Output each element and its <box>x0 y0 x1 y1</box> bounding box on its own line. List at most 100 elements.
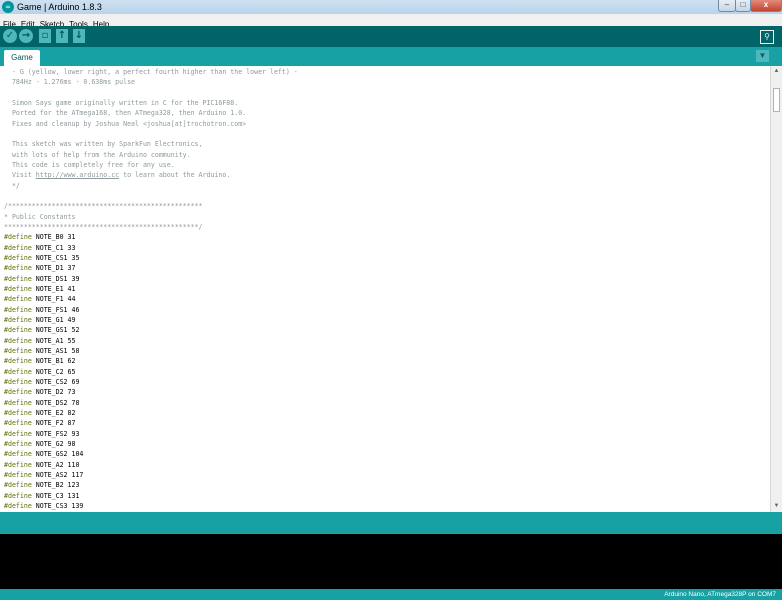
comment-text: ****************************************… <box>4 222 203 231</box>
tab-game[interactable]: Game <box>4 50 40 66</box>
open-button[interactable]: ↑ <box>56 29 68 43</box>
code-editor[interactable]: - G (yellow, lower right, a perfect four… <box>0 66 782 512</box>
vertical-scrollbar[interactable]: ▲ ▼ <box>770 66 782 512</box>
comment-text: 784Hz - 1.276ms - 0.638ms pulse <box>4 78 136 87</box>
board-status: Arduino Nano, ATmega328P on COM7 <box>664 591 776 598</box>
define-keyword: #define <box>4 315 32 324</box>
define-keyword: #define <box>4 481 32 490</box>
arduino-link[interactable]: http://www.arduino.cc <box>36 171 119 179</box>
comment-text: /***************************************… <box>4 202 203 211</box>
scrollbar-thumb[interactable] <box>773 88 780 112</box>
upload-button[interactable]: → <box>19 29 33 43</box>
define-value: NOTE_CS3 139 <box>31 501 84 510</box>
define-value: NOTE_G2 98 <box>31 439 76 448</box>
verify-button[interactable]: ✓ <box>3 29 17 43</box>
define-keyword: #define <box>4 367 32 376</box>
new-sketch-button[interactable]: ▫ <box>39 29 51 43</box>
define-keyword: #define <box>4 295 32 304</box>
define-keyword: #define <box>4 346 32 355</box>
tab-bar: Game ▼ <box>0 47 782 66</box>
chevron-down-icon: ▼ <box>758 51 767 60</box>
comment-text: This code is completely free for any use… <box>4 160 175 169</box>
define-keyword: #define <box>4 491 32 500</box>
define-value: NOTE_A1 55 <box>31 336 76 345</box>
define-value: NOTE_AS2 117 <box>31 470 84 479</box>
define-value: NOTE_E2 82 <box>31 408 76 417</box>
define-value: NOTE_F1 44 <box>31 295 76 304</box>
define-value: NOTE_DS2 78 <box>31 398 80 407</box>
define-value: NOTE_B0 31 <box>31 233 76 242</box>
code-line: #define NOTE_G1 49 <box>4 315 75 326</box>
comment-text: This sketch was written by SparkFun Elec… <box>4 140 203 149</box>
define-keyword: #define <box>4 470 32 479</box>
define-value: NOTE_G1 49 <box>31 315 76 324</box>
comment-text: with lots of help from the Arduino commu… <box>4 150 191 159</box>
minimize-button[interactable]: – <box>718 0 736 12</box>
define-value: NOTE_CS1 35 <box>31 253 80 262</box>
menu-bar: File Edit Sketch Tools Help <box>0 14 782 29</box>
code-line: #define NOTE_B0 31 <box>4 232 75 243</box>
arrow-up-icon: ↑ <box>57 30 67 41</box>
code-line: Fixes and cleanup by Joshua Neal <joshua… <box>4 119 246 130</box>
comment-text: Ported for the ATmega168, then ATmega328… <box>4 109 247 118</box>
define-value: NOTE_E1 41 <box>31 284 76 293</box>
define-value: NOTE_GS1 52 <box>31 326 80 335</box>
define-keyword: #define <box>4 336 32 345</box>
magnifier-icon: ⚲ <box>764 32 770 41</box>
comment-text: * Public Constants <box>4 212 76 221</box>
serial-monitor-button[interactable]: ⚲ <box>760 30 774 44</box>
code-area[interactable]: - G (yellow, lower right, a perfect four… <box>0 66 770 512</box>
title-bar: ∞ Game | Arduino 1.8.3 – □ x <box>0 0 782 15</box>
code-line: with lots of help from the Arduino commu… <box>4 150 191 161</box>
code-line: #define NOTE_C3 131 <box>4 491 79 502</box>
define-keyword: #define <box>4 243 32 252</box>
new-file-icon: ▫ <box>41 30 49 41</box>
window-title: Game | Arduino 1.8.3 <box>17 2 102 12</box>
scroll-up-icon[interactable]: ▲ <box>771 66 782 77</box>
define-keyword: #define <box>4 357 32 366</box>
define-keyword: #define <box>4 439 32 448</box>
define-keyword: #define <box>4 450 32 459</box>
define-keyword: #define <box>4 429 32 438</box>
toolbar: ✓ → ▫ ↑ ↓ ⚲ <box>0 26 782 47</box>
code-line: 784Hz - 1.276ms - 0.638ms pulse <box>4 77 135 88</box>
define-keyword: #define <box>4 264 32 273</box>
define-value: NOTE_DS1 39 <box>31 274 80 283</box>
define-keyword: #define <box>4 377 32 386</box>
define-value: NOTE_C2 65 <box>31 367 76 376</box>
define-keyword: #define <box>4 388 32 397</box>
define-keyword: #define <box>4 398 32 407</box>
comment-text: Fixes and cleanup by Joshua Neal <joshua… <box>4 119 247 128</box>
define-value: NOTE_CS2 69 <box>31 377 80 386</box>
maximize-button[interactable]: □ <box>735 0 751 12</box>
message-area <box>0 512 782 534</box>
define-value: NOTE_B1 62 <box>31 357 76 366</box>
define-keyword: #define <box>4 233 32 242</box>
define-keyword: #define <box>4 305 32 314</box>
define-keyword: #define <box>4 408 32 417</box>
define-keyword: #define <box>4 419 32 428</box>
arduino-logo-icon: ∞ <box>2 1 14 13</box>
tab-menu-button[interactable]: ▼ <box>756 50 769 62</box>
define-value: NOTE_GS2 104 <box>31 450 84 459</box>
code-line: #define NOTE_CS3 139 <box>4 501 83 512</box>
define-value: NOTE_F2 87 <box>31 419 76 428</box>
console-output[interactable] <box>0 534 782 589</box>
define-value: NOTE_AS1 58 <box>31 346 80 355</box>
define-value: NOTE_C3 131 <box>31 491 80 500</box>
define-keyword: #define <box>4 460 32 469</box>
comment-text: Simon Says game originally written in C … <box>4 98 239 107</box>
define-value: NOTE_D1 37 <box>31 264 76 273</box>
arrow-down-icon: ↓ <box>74 30 84 41</box>
code-line: #define NOTE_E2 82 <box>4 408 75 419</box>
status-bar: Arduino Nano, ATmega328P on COM7 <box>0 589 782 600</box>
close-button[interactable]: x <box>750 0 782 12</box>
checkmark-icon: ✓ <box>5 30 15 41</box>
save-button[interactable]: ↓ <box>73 29 85 43</box>
define-keyword: #define <box>4 326 32 335</box>
comment-text: */ <box>4 181 20 190</box>
comment-text: Visit <box>4 171 36 180</box>
comment-text: to learn about the Arduino. <box>119 171 231 180</box>
scroll-down-icon[interactable]: ▼ <box>771 501 782 512</box>
define-value: NOTE_D2 73 <box>31 388 76 397</box>
